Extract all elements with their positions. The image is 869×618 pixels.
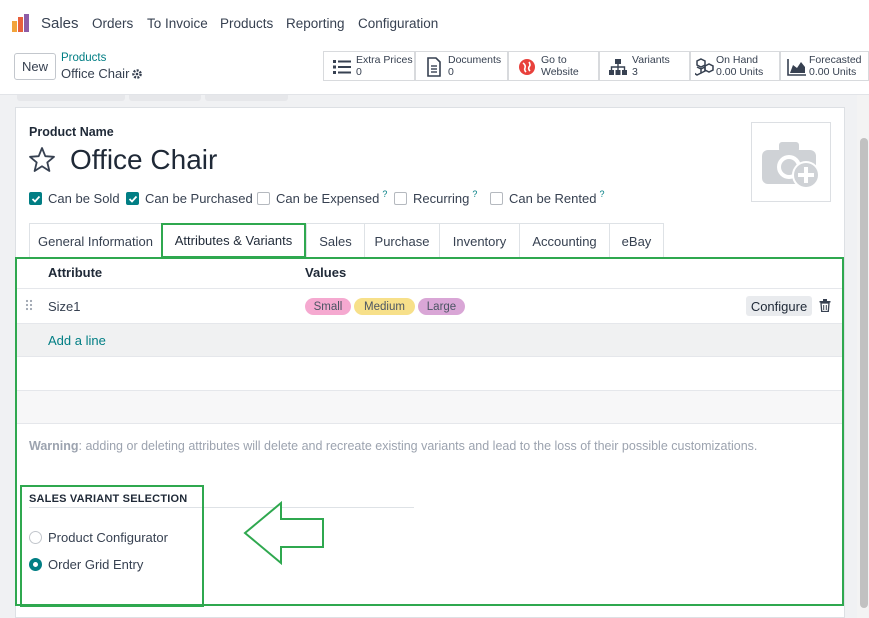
radio-circle (29, 531, 42, 544)
radio-product-configurator[interactable]: Product Configurator (29, 530, 168, 545)
help-tooltip[interactable]: ? (382, 189, 387, 199)
smart-button-extra-prices[interactable]: Extra Prices 0 (323, 51, 415, 81)
top-navbar: Sales Orders To Invoice Products Reporti… (0, 0, 869, 47)
product-name-label: Product Name (29, 125, 114, 139)
product-image-upload[interactable] (751, 122, 831, 202)
camera-add-icon (762, 142, 820, 189)
menu-to-invoice[interactable]: To Invoice (147, 16, 208, 31)
control-panel: New Products Office Chair Extra Prices 0 … (0, 47, 869, 95)
menu-orders[interactable]: Orders (92, 16, 133, 31)
variant-warning: Warning: adding or deleting attributes w… (29, 439, 757, 453)
smart-button-variants[interactable]: Variants 3 (599, 51, 690, 81)
tab-attributes-variants[interactable]: Attributes & Variants (161, 223, 306, 258)
checkbox-can-be-rented[interactable]: Can be Rented ? (490, 189, 604, 206)
smart-button-on-hand[interactable]: On Hand 0.00 Units (690, 51, 780, 81)
smart-value: 0 (356, 66, 362, 78)
value-tag-medium[interactable]: Medium (354, 298, 415, 315)
help-tooltip[interactable]: ? (599, 189, 604, 199)
checkbox-recurring[interactable]: Recurring ? (394, 189, 477, 206)
checkbox-box (257, 192, 270, 205)
warning-text: : adding or deleting attributes will del… (78, 439, 758, 453)
product-name-field[interactable]: Office Chair (70, 144, 217, 176)
smart-label: Documents (448, 54, 502, 66)
checkbox-label: Can be Purchased (145, 191, 253, 206)
checkbox-label: Recurring (413, 191, 470, 206)
radio-order-grid-entry[interactable]: Order Grid Entry (29, 557, 143, 572)
smart-value: 0 (448, 66, 454, 78)
radio-label: Order Grid Entry (48, 557, 144, 572)
sales-app-icon[interactable] (12, 14, 32, 32)
tab-inventory[interactable]: Inventory (439, 223, 520, 258)
tab-purchase[interactable]: Purchase (364, 223, 440, 258)
smart-label: Go to (541, 54, 567, 66)
tab-general-information[interactable]: General Information (29, 223, 162, 258)
statusbar-stub (205, 95, 288, 101)
checkbox-can-be-purchased[interactable]: Can be Purchased (126, 191, 253, 206)
column-header-values[interactable]: Values (305, 265, 346, 280)
smart-label: Extra Prices (356, 54, 413, 66)
checkbox-can-be-sold[interactable]: Can be Sold (29, 191, 120, 206)
checkbox-label: Can be Rented (509, 191, 597, 206)
row-divider (17, 423, 843, 424)
help-tooltip[interactable]: ? (472, 189, 477, 199)
checkbox-can-be-expensed[interactable]: Can be Expensed ? (257, 189, 387, 206)
add-a-line-link[interactable]: Add a line (48, 333, 106, 348)
smart-value: 0.00 Units (809, 66, 857, 78)
smart-button-forecasted[interactable]: Forecasted 0.00 Units (780, 51, 869, 81)
value-tag-large[interactable]: Large (418, 298, 465, 315)
checkbox-label: Can be Expensed (276, 191, 380, 206)
smart-button-documents[interactable]: Documents 0 (415, 51, 508, 81)
scrollbar-thumb[interactable] (860, 138, 868, 608)
statusbar-stub (129, 95, 201, 101)
menu-configuration[interactable]: Configuration (358, 16, 438, 31)
warning-label: Warning (29, 439, 79, 453)
smart-label: Forecasted (809, 54, 862, 66)
section-divider (29, 507, 414, 508)
globe-icon (519, 59, 535, 75)
document-icon (427, 57, 441, 77)
list-icon (333, 60, 351, 74)
menu-products[interactable]: Products (220, 16, 273, 31)
record-title: Office Chair (61, 66, 130, 81)
column-header-attribute[interactable]: Attribute (48, 265, 102, 280)
empty-row (17, 390, 843, 423)
breadcrumb-products[interactable]: Products (61, 52, 106, 64)
add-line-row (17, 323, 843, 357)
checkbox-box (490, 192, 503, 205)
tab-sales[interactable]: Sales (306, 223, 365, 258)
drag-handle-icon[interactable] (25, 299, 33, 311)
smart-button-go-to-website[interactable]: Go to Website (508, 51, 599, 81)
new-button[interactable]: New (14, 53, 56, 80)
smart-value: Website (541, 66, 579, 78)
tab-ebay[interactable]: eBay (609, 223, 664, 258)
check-icon (29, 192, 42, 205)
configure-button[interactable]: Configure (746, 296, 812, 316)
arrow-left-icon (243, 501, 324, 565)
value-tag-small[interactable]: Small (305, 298, 351, 315)
tab-accounting[interactable]: Accounting (519, 223, 610, 258)
smart-value: 3 (632, 66, 638, 78)
area-chart-icon (787, 59, 806, 76)
radio-circle-selected (29, 558, 42, 571)
checkbox-label: Can be Sold (48, 191, 120, 206)
star-icon[interactable] (28, 146, 56, 174)
smart-value: 0.00 Units (716, 66, 764, 78)
trash-icon[interactable] (819, 299, 831, 312)
gear-icon[interactable] (131, 68, 143, 80)
sales-variant-selection-title: SALES VARIANT SELECTION (29, 493, 188, 505)
statusbar-stub (17, 95, 125, 101)
check-icon (126, 192, 139, 205)
checkbox-box (394, 192, 407, 205)
smart-label: Variants (632, 54, 670, 66)
radio-label: Product Configurator (48, 530, 168, 545)
smart-label: On Hand (716, 54, 759, 66)
menu-reporting[interactable]: Reporting (286, 16, 345, 31)
sitemap-icon (609, 59, 627, 75)
attribute-name[interactable]: Size1 (48, 299, 81, 314)
cubes-icon (695, 58, 714, 76)
app-name[interactable]: Sales (41, 15, 79, 32)
